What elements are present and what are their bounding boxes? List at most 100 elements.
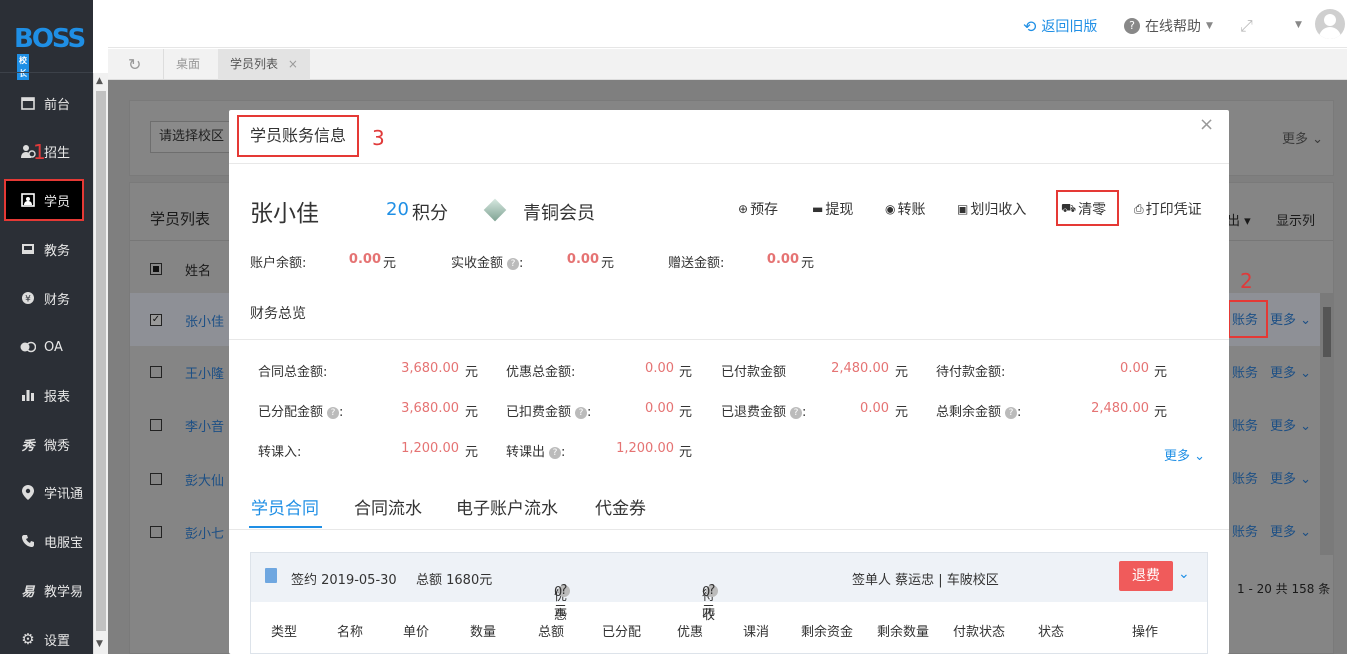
contract-signer: 签单人 蔡运忠 | 车陂校区	[852, 573, 999, 588]
fullscreen-icon[interactable]: ⤢	[1240, 16, 1253, 36]
wallet-icon: ▬	[812, 202, 824, 216]
overview-more-link[interactable]: 更多 ⌄	[1164, 445, 1205, 464]
deducted-amount-label: 已扣费金额?:	[506, 405, 592, 420]
row-account-button[interactable]: 账务	[1232, 521, 1258, 540]
tab-home[interactable]: 桌面	[164, 49, 212, 80]
expand-chevron-icon[interactable]: ⌄	[1178, 566, 1190, 582]
student-name-link[interactable]: 彭小七	[185, 523, 224, 542]
scroll-thumb[interactable]	[96, 91, 106, 631]
row-more-button[interactable]: 更多 ⌄	[1270, 309, 1311, 328]
allocate-income-button[interactable]: ▣ 划归收入	[957, 199, 1026, 219]
overview-divider	[229, 339, 1229, 340]
sidebar-item-label: 电服宝	[44, 535, 84, 551]
tab-contract-flow[interactable]: 合同流水	[354, 494, 422, 519]
row-account-button[interactable]: 账务	[1232, 415, 1258, 434]
annotation-2: 2	[1240, 269, 1253, 293]
scroll-up-arrow[interactable]: ▲	[96, 76, 103, 86]
column-header: 付款状态	[953, 625, 1006, 640]
sidebar-item-oa[interactable]: OA	[0, 326, 93, 368]
user-menu-chevron-icon[interactable]: ▼	[1295, 20, 1302, 30]
row-more-button[interactable]: 更多 ⌄	[1270, 362, 1311, 381]
row-more-button[interactable]: 更多 ⌄	[1270, 415, 1311, 434]
student-name-link[interactable]: 张小佳	[185, 311, 224, 330]
location-icon	[20, 484, 36, 500]
select-all-checkbox[interactable]	[150, 263, 162, 275]
student-name-link[interactable]: 王小隆	[185, 363, 224, 382]
display-columns-button[interactable]: 显示列	[1276, 210, 1315, 229]
sidebar-item-finance[interactable]: ¥ 财务	[0, 277, 93, 319]
transfer-icon: ◉	[885, 202, 896, 216]
active-tab-underline	[249, 526, 322, 528]
sidebar-item-jiaoxueyi[interactable]: 易 教学易	[0, 569, 93, 611]
row-checkbox[interactable]	[150, 366, 162, 378]
row-checkbox[interactable]	[150, 419, 162, 431]
deposit-button[interactable]: ⊕ 预存	[738, 199, 778, 219]
svg-text:¥: ¥	[25, 295, 31, 305]
tab-student-list[interactable]: 学员列表 ×	[218, 49, 310, 80]
refund-button[interactable]: 退费	[1119, 561, 1173, 591]
clear-button[interactable]: ⛟ 清零	[1061, 199, 1106, 219]
transfer-out-label: 转课出?:	[506, 445, 566, 460]
sidebar-item-academic[interactable]: 教务	[0, 228, 93, 270]
sidebar-item-weixiu[interactable]: 秀 微秀	[0, 423, 93, 465]
print-voucher-button[interactable]: ⎙ 打印凭证	[1134, 199, 1202, 219]
column-header: 操作	[1132, 625, 1159, 640]
row-more-button[interactable]: 更多 ⌄	[1270, 521, 1311, 540]
column-header: 课消	[743, 625, 770, 640]
sidebar-item-label: 财务	[44, 292, 71, 308]
modal-close-icon[interactable]: ×	[1199, 114, 1214, 135]
avatar[interactable]	[1315, 9, 1345, 39]
contract-signed-date: 签约 2019-05-30	[291, 573, 397, 588]
sidebar-item-frontdesk[interactable]: 前台	[0, 82, 93, 124]
unit: 元	[679, 445, 693, 460]
clear-icon: ⛟	[1061, 201, 1077, 215]
sidebar-item-label: 教务	[44, 243, 71, 259]
online-help-menu[interactable]: ? 在线帮助 ▼	[1124, 16, 1213, 36]
scroll-down-arrow[interactable]: ▼	[96, 639, 103, 649]
filter-more-link[interactable]: 更多 ⌄	[1282, 128, 1323, 147]
student-name-link[interactable]: 彭大仙	[185, 470, 224, 489]
sidebar-item-recruit[interactable]: 招生	[0, 130, 93, 172]
unit: 元	[679, 365, 693, 380]
table-scrollbar[interactable]	[1320, 293, 1334, 555]
refresh-icon[interactable]: ↻	[128, 55, 141, 74]
pagination-info: 1 - 20 共 158 条	[1237, 582, 1331, 596]
account-balance-value: 0.00	[348, 252, 381, 267]
member-diamond-icon	[483, 198, 507, 222]
tabs-divider	[229, 529, 1229, 530]
row-more-button[interactable]: 更多 ⌄	[1270, 468, 1311, 487]
online-help-label: 在线帮助	[1145, 19, 1201, 35]
app-logo[interactable]: BOSS校长	[14, 24, 93, 84]
deducted-amount-value: 0.00	[645, 401, 674, 416]
withdraw-button[interactable]: ▬ 提现	[812, 199, 853, 219]
unit: 元	[601, 256, 615, 271]
sidebar-item-dianfubao[interactable]: 电服宝	[0, 520, 93, 562]
unpaid-amount-value: 0.00	[1120, 361, 1149, 376]
sidebar-item-reports[interactable]: 报表	[0, 374, 93, 416]
export-button[interactable]: 出 ▾	[1227, 210, 1251, 229]
tab-vouchers[interactable]: 代金券	[595, 494, 646, 519]
unpaid-amount-label: 待付款金额:	[936, 365, 1006, 380]
sidebar-item-students[interactable]: 学员	[0, 179, 93, 221]
row-account-button[interactable]: 账务	[1232, 468, 1258, 487]
help-icon: ?	[507, 257, 520, 270]
student-name-link[interactable]: 李小音	[185, 416, 224, 435]
row-checkbox-checked[interactable]: ✓	[150, 314, 162, 326]
sidebar-scrollbar[interactable]: ▲ ▼	[93, 73, 108, 654]
tab-close-icon[interactable]: ×	[288, 57, 298, 71]
row-account-button[interactable]: 账务	[1232, 362, 1258, 381]
column-header: 单价	[403, 625, 430, 640]
student-icon	[20, 192, 36, 208]
back-old-version-link[interactable]: ⟲ 返回旧版	[1023, 16, 1097, 36]
tab-e-account-flow[interactable]: 电子账户流水	[456, 494, 558, 519]
row-checkbox[interactable]	[150, 526, 162, 538]
row-checkbox[interactable]	[150, 473, 162, 485]
points-label: 积分	[412, 203, 448, 224]
sidebar-item-xuexuntong[interactable]: 学讯通	[0, 471, 93, 513]
filter-more-label: 更多	[1282, 132, 1309, 147]
tab-student-contracts[interactable]: 学员合同	[251, 494, 319, 519]
unit: 元	[895, 405, 909, 420]
transfer-button[interactable]: ◉ 转账	[885, 199, 925, 219]
contract-total: 总额 1680元	[416, 573, 493, 588]
row-account-button[interactable]: 账务	[1232, 309, 1258, 328]
